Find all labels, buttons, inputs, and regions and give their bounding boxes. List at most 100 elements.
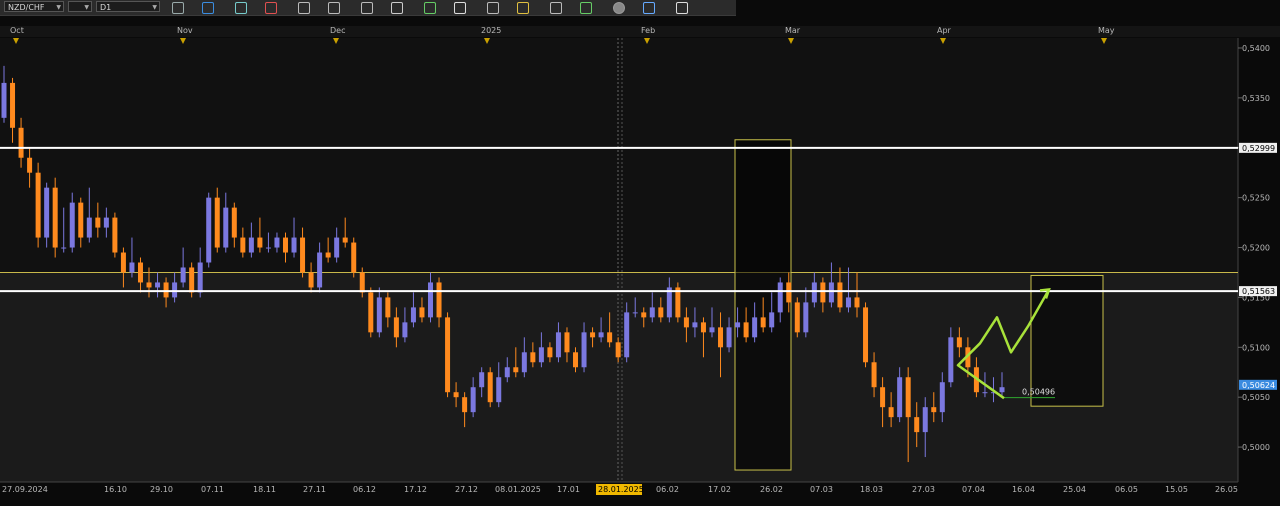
candle-body — [820, 282, 826, 303]
x-tick-label: 16.04 — [1012, 485, 1035, 494]
candle-body — [172, 282, 178, 298]
candle-body — [607, 332, 613, 343]
x-tick-label: 18.11 — [253, 485, 276, 494]
candle-body — [555, 332, 561, 358]
candle-body — [880, 387, 886, 408]
candle-body — [52, 187, 58, 248]
candle-body — [137, 262, 143, 283]
candle-body — [112, 217, 118, 253]
level-price-label: 0,51563 — [1242, 287, 1275, 296]
candle-body — [564, 332, 570, 353]
candle-body — [735, 322, 741, 328]
chart[interactable]: Oct Nov Dec 2025 Feb Mar Apr May 0,5400 0,5350 0,5… — [0, 0, 1280, 502]
candle-body — [590, 332, 596, 338]
candle-body — [598, 332, 604, 338]
candle-body — [155, 282, 161, 288]
candle-body — [624, 312, 630, 358]
month-label: Apr — [937, 26, 952, 35]
month-label: May — [1098, 26, 1115, 35]
y-tick-label: 0,5100 — [1242, 343, 1270, 352]
candle-body — [325, 252, 331, 258]
candle-body — [206, 197, 212, 263]
candle-body — [803, 302, 809, 333]
x-tick-label: 27.12 — [455, 485, 478, 494]
candle-body — [86, 217, 92, 238]
x-tick-label: 06.12 — [353, 485, 376, 494]
candle-body — [769, 312, 775, 328]
y-tick-label: 0,5200 — [1242, 244, 1270, 253]
candle-body — [649, 307, 655, 318]
candle-body — [342, 237, 348, 243]
candle-body — [700, 322, 706, 333]
candle-body — [547, 347, 553, 358]
candle-body — [214, 197, 220, 248]
candle-body — [922, 407, 928, 433]
candle-body — [863, 307, 869, 363]
month-label: 2025 — [481, 26, 501, 35]
candle-body — [10, 82, 16, 128]
x-tick-label: 07.03 — [810, 485, 833, 494]
month-label: Nov — [177, 26, 193, 35]
candle-body — [538, 347, 544, 363]
candle-body — [197, 262, 203, 293]
x-tick-label: 18.03 — [860, 485, 883, 494]
y-tick-label: 0,5400 — [1242, 44, 1270, 53]
candle-body — [300, 237, 306, 273]
candle-body — [317, 252, 323, 288]
candle-body — [845, 297, 851, 308]
candle-body — [931, 407, 937, 413]
x-tick-label: 08.01.2025 — [495, 485, 541, 494]
candle-body — [103, 217, 109, 228]
candle-body — [410, 307, 416, 323]
candle-body — [521, 352, 527, 373]
highlighted-date-label: 28.01.2025 — [598, 485, 644, 494]
candle-body — [726, 327, 732, 348]
candle-body — [939, 382, 945, 413]
candle-body — [61, 247, 67, 249]
candle-body — [897, 377, 903, 418]
candle-body — [581, 332, 587, 368]
candle-body — [760, 317, 766, 328]
candle-body — [914, 417, 920, 433]
candle-body — [453, 392, 459, 398]
candle-body — [334, 237, 340, 258]
candle-body — [871, 362, 877, 388]
candle-body — [530, 352, 536, 363]
x-tick-label: 27.11 — [303, 485, 326, 494]
candle-body — [479, 372, 485, 388]
candle-body — [683, 317, 689, 328]
candle-body — [359, 272, 365, 293]
candle-body — [393, 317, 399, 338]
candle-body — [718, 327, 724, 348]
candle-body — [658, 307, 664, 318]
candle-body — [462, 397, 468, 413]
candle-body — [743, 322, 749, 338]
candle-body — [78, 202, 84, 238]
candle-body — [999, 387, 1005, 393]
month-label: Feb — [641, 26, 655, 35]
target-price-label: 0,50496 — [1022, 388, 1055, 397]
candle-body — [948, 337, 954, 383]
candle-body — [487, 372, 493, 403]
candle-body — [69, 202, 75, 248]
candle-body — [18, 127, 24, 158]
month-label: Oct — [10, 26, 24, 35]
x-tick-label: 17.02 — [708, 485, 731, 494]
current-price-label: 0,50624 — [1242, 381, 1275, 390]
x-tick-label: 27.09.2024 — [2, 485, 48, 494]
candle-body — [982, 392, 988, 394]
candle-body — [436, 282, 442, 318]
candle-body — [632, 312, 638, 314]
x-tick-label: 17.01 — [557, 485, 580, 494]
candle-body — [376, 297, 382, 333]
candle-body — [419, 307, 425, 318]
candle-body — [35, 172, 41, 238]
candle-body — [854, 297, 860, 308]
upper-zone — [0, 38, 1238, 273]
target-zone-box — [1030, 274, 1104, 407]
x-tick-label: 06.05 — [1115, 485, 1138, 494]
candle-body — [837, 282, 843, 308]
candle-body — [265, 247, 271, 249]
candle-body — [615, 342, 621, 358]
candle-body — [257, 237, 263, 248]
